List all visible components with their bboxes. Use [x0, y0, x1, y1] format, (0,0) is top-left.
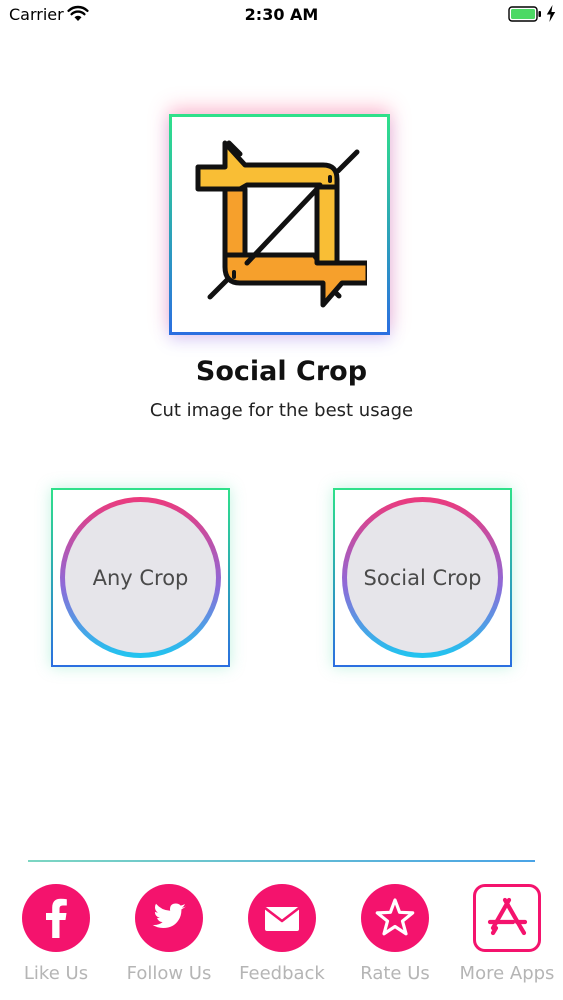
feedback-label: Feedback: [239, 963, 325, 984]
follow-us-button[interactable]: Follow Us: [113, 884, 225, 994]
more-apps-button[interactable]: More Apps: [451, 884, 563, 994]
rate-us-button[interactable]: Rate Us: [339, 884, 451, 994]
any-crop-label: Any Crop: [92, 565, 189, 590]
any-crop-button[interactable]: Any Crop: [51, 488, 230, 667]
social-crop-circle: Social Crop: [347, 502, 498, 653]
any-crop-circle: Any Crop: [65, 502, 216, 653]
feedback-circle: [248, 884, 316, 952]
feedback-button[interactable]: Feedback: [226, 884, 338, 994]
mail-icon: [264, 906, 300, 931]
follow-us-label: Follow Us: [126, 963, 212, 984]
app-logo-card: [169, 114, 390, 335]
like-us-label: Like Us: [23, 963, 89, 984]
footer-divider: [28, 860, 535, 862]
twitter-icon: [152, 903, 186, 928]
social-crop-button[interactable]: Social Crop: [333, 488, 512, 667]
rate-us-circle: [361, 884, 429, 952]
app-title: Social Crop: [195, 356, 368, 387]
follow-us-circle: [135, 884, 203, 952]
like-us-button[interactable]: Like Us: [0, 884, 112, 994]
social-crop-ring: Social Crop: [342, 497, 503, 658]
any-crop-ring: Any Crop: [60, 497, 221, 658]
crop-logo-icon: [195, 140, 367, 308]
star-icon: [375, 898, 415, 936]
rate-us-label: Rate Us: [360, 963, 430, 984]
charging-bolt-icon: [546, 5, 556, 22]
status-time: 2:30 AM: [244, 5, 319, 24]
status-bar: Carrier 2:30 AM: [0, 0, 563, 30]
app-store-icon: [487, 897, 528, 936]
battery-icon: [508, 6, 541, 22]
app-subtitle: Cut image for the best usage: [149, 400, 414, 421]
facebook-icon: [46, 898, 67, 938]
more-apps-label: More Apps: [459, 963, 555, 984]
social-crop-label: Social Crop: [363, 565, 482, 590]
like-us-circle: [22, 884, 90, 952]
more-apps-square: [473, 884, 541, 952]
